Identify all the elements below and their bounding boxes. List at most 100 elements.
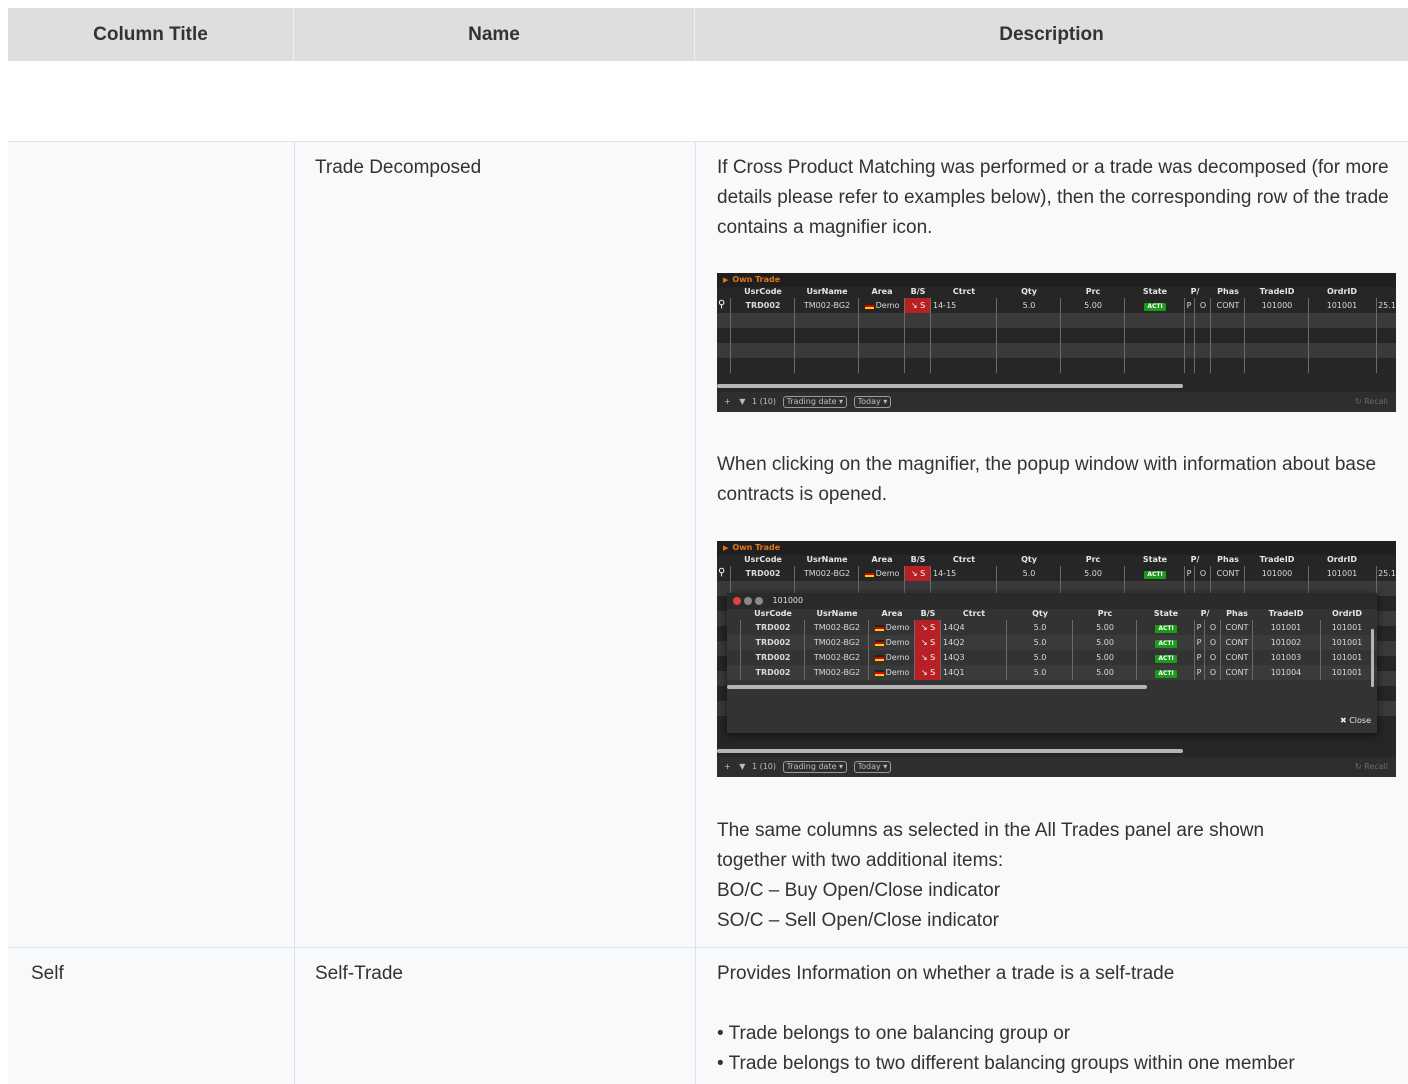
trading-date-dropdown[interactable]: Trading date ▾ (782, 396, 848, 408)
maximize-window-icon[interactable] (755, 596, 763, 605)
popup-trade-row[interactable]: TRD002 TM002-BG2 Demo ↘ S 14Q4 5.0 5.00 ACTI P O C… (727, 620, 1377, 635)
column-divider (1320, 635, 1321, 650)
column-header[interactable]: Prc (1061, 287, 1125, 298)
trade-row[interactable]: ⚲ TRD002 TM002-BG2 Demo ↘ S 14-15 5.0 5.00 ACTI P… (717, 566, 1396, 581)
popup-vertical-scrollbar[interactable] (1371, 629, 1374, 687)
column-header[interactable]: Qty (997, 287, 1061, 298)
recall-button[interactable]: ↻ Recall (1355, 757, 1388, 777)
filter-icon[interactable]: ▼ (739, 762, 745, 771)
column-divider (1006, 635, 1007, 650)
cell-p: P (1196, 638, 1202, 647)
cell-ordrid: 101001 (1326, 569, 1358, 578)
column-header[interactable]: Phas (1211, 287, 1245, 298)
column-divider (1210, 343, 1211, 358)
column-header[interactable]: TradeID (1245, 555, 1309, 566)
column-header[interactable]: Area (859, 555, 905, 566)
cell-tradeid: 101001 (1270, 623, 1302, 632)
column-divider (858, 298, 859, 313)
column-header[interactable]: P/ (1195, 609, 1215, 620)
minimize-window-icon[interactable] (744, 596, 752, 605)
column-divider (868, 620, 869, 635)
column-header[interactable]: UsrCode (731, 287, 795, 298)
column-header[interactable]: State (1125, 555, 1185, 566)
column-header[interactable]: UsrCode (731, 555, 795, 566)
horizontal-scrollbar[interactable] (717, 384, 1183, 388)
column-header[interactable]: B/S (905, 287, 931, 298)
filter-icon[interactable]: ▼ (739, 397, 745, 406)
area-flag-icon (874, 654, 884, 661)
horizontal-scrollbar[interactable] (717, 749, 1183, 753)
sell-arrow-icon: ↘ (920, 623, 931, 632)
column-header[interactable]: OrdrID (1321, 609, 1373, 620)
magnifier-icon[interactable]: ⚲ (718, 299, 729, 310)
column-header[interactable]: Phas (1211, 555, 1245, 566)
popup-title: 101000 (772, 596, 804, 605)
column-header[interactable]: Ctrct (931, 287, 997, 298)
cell-o: O (1209, 638, 1217, 647)
cell-usrcode: TRD002 (755, 638, 791, 647)
column-header[interactable]: State (1137, 609, 1195, 620)
add-icon[interactable]: + (724, 762, 731, 771)
trading-date-dropdown[interactable]: Trading date ▾ (782, 761, 848, 773)
column-divider (1376, 343, 1377, 358)
column-divider (804, 650, 805, 665)
name-text: Self-Trade (315, 963, 403, 984)
today-dropdown[interactable]: Today ▾ (853, 396, 892, 408)
close-button[interactable]: ✖ Close (1340, 716, 1371, 725)
bs-value: S (930, 668, 936, 677)
close-window-icon[interactable] (733, 596, 741, 605)
popup-trade-row[interactable]: TRD002 TM002-BG2 Demo ↘ S 14Q1 5.0 5.00 ACTI P O C… (727, 665, 1377, 680)
popup-horizontal-scrollbar[interactable] (727, 685, 1147, 689)
today-dropdown[interactable]: Today ▾ (853, 761, 892, 773)
cell-bs: ↘ S (905, 566, 931, 581)
column-header[interactable]: Qty (997, 555, 1061, 566)
column-header[interactable]: Prc (1073, 609, 1137, 620)
column-header[interactable]: P/ (1185, 555, 1205, 566)
column-header[interactable]: B/S (915, 609, 941, 620)
column-header[interactable]: TradeID (1253, 609, 1319, 620)
empty-row (717, 328, 1396, 343)
magnifier-icon[interactable]: ⚲ (718, 567, 729, 578)
grid-header: UsrCode UsrName Area B/S Ctrct Qty Prc State P/P… (717, 287, 1396, 298)
add-icon[interactable]: + (724, 397, 731, 406)
cell-prc: 5.00 (1096, 638, 1114, 647)
column-header[interactable]: UsrName (805, 609, 869, 620)
column-header[interactable]: Phas (1221, 609, 1253, 620)
name-text: Trade Decomposed (315, 157, 482, 178)
cell-usrname: TM002-BG2 (803, 569, 851, 578)
sell-arrow-icon: ↘ (920, 638, 931, 647)
column-header[interactable]: OrdrID (1309, 287, 1375, 298)
column-header[interactable]: P/ (1185, 287, 1205, 298)
recall-button[interactable]: ↻ Recall (1355, 392, 1388, 412)
popup-trade-row[interactable]: TRD002 TM002-BG2 Demo ↘ S 14Q2 5.0 5.00 ACTI P O C… (727, 635, 1377, 650)
cell-usrname: TM002-BG2 (813, 638, 861, 647)
cell-usrcode: TRD002 (745, 301, 781, 310)
column-header[interactable]: Qty (1007, 609, 1073, 620)
area-value: Demo (885, 653, 910, 662)
header-column-title: Column Title (8, 8, 294, 61)
own-trade-popup-screenshot: ▶ Own Trade UsrCode UsrName Area B/S Ctrct Qty… (717, 541, 1396, 777)
column-header[interactable]: State (1125, 287, 1185, 298)
column-header[interactable]: UsrName (795, 287, 859, 298)
column-divider (996, 566, 997, 581)
column-header[interactable]: TradeID (1245, 287, 1309, 298)
column-divider (1136, 665, 1137, 680)
column-header[interactable]: B/S (905, 555, 931, 566)
cell-usrname: TM002-BG2 (813, 623, 861, 632)
column-divider (1308, 358, 1309, 373)
popup-trade-row[interactable]: TRD002 TM002-BG2 Demo ↘ S 14Q3 5.0 5.00 ACTI P O C… (727, 650, 1377, 665)
column-header[interactable]: Ctrct (931, 555, 997, 566)
column-divider (1194, 298, 1195, 313)
column-header[interactable]: UsrName (795, 555, 859, 566)
cell-state: ACTI (1125, 566, 1185, 581)
column-header[interactable]: OrdrID (1309, 555, 1375, 566)
column-header[interactable]: UsrCode (741, 609, 805, 620)
column-header[interactable]: Area (859, 287, 905, 298)
popup-title-bar: 101000 (727, 593, 1377, 609)
column-header[interactable]: Ctrct (941, 609, 1007, 620)
column-divider (1124, 358, 1125, 373)
trade-row[interactable]: ⚲ TRD002 TM002-BG2 Demo ↘ S 14-15 5.0 5.00 ACTI P… (717, 298, 1396, 313)
bullet-list: • Trade belongs to one balancing group o… (717, 1019, 1402, 1079)
column-header[interactable]: Prc (1061, 555, 1125, 566)
column-header[interactable]: Area (869, 609, 915, 620)
